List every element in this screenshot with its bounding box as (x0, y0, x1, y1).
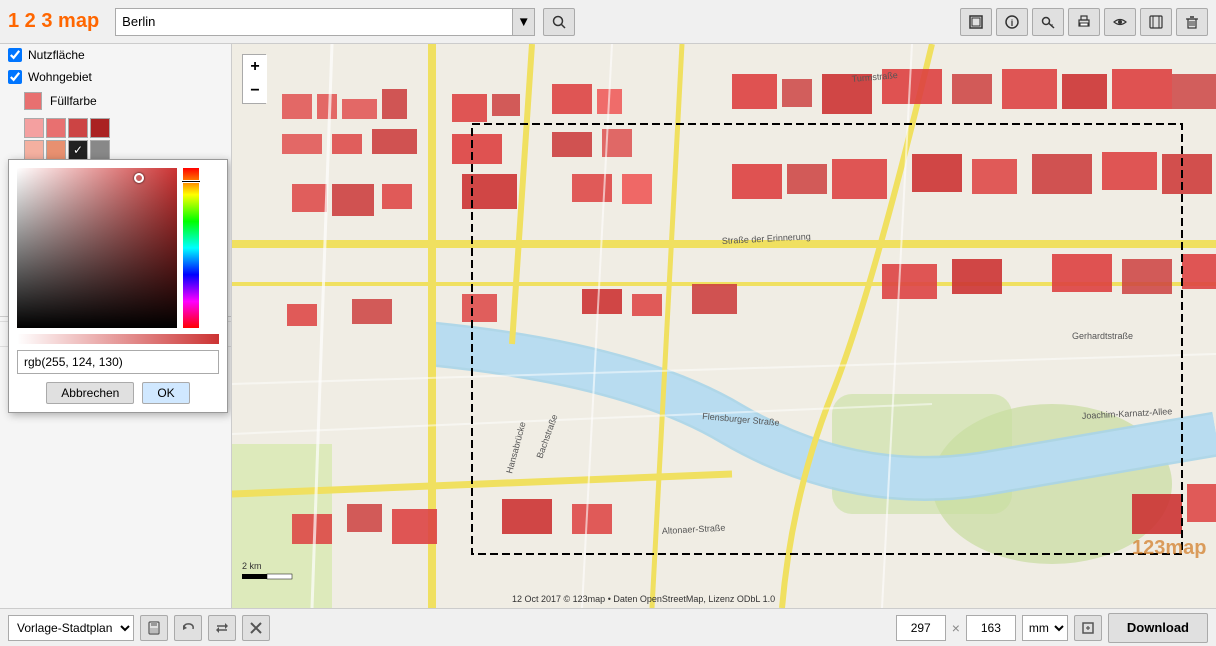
eye-icon (1113, 15, 1127, 29)
zoom-in-button[interactable]: + (243, 55, 267, 79)
layer-wohngebiet-checkbox[interactable] (8, 70, 22, 84)
undo-icon (181, 621, 195, 635)
fill-color-row: Füllfarbe (0, 88, 231, 114)
eye-button[interactable] (1104, 8, 1136, 36)
fill-color-swatch[interactable] (24, 92, 42, 110)
save-icon (147, 621, 161, 635)
swatch-3[interactable] (90, 118, 110, 138)
height-input[interactable] (966, 615, 1016, 641)
gradient-canvas[interactable] (17, 168, 177, 328)
undo-button[interactable] (174, 615, 202, 641)
hue-slider[interactable] (183, 168, 199, 328)
search-button[interactable] (543, 8, 575, 36)
layer-nutzflaeche[interactable]: Nutzfläche (0, 44, 231, 66)
search-dropdown-button[interactable]: ▼ (512, 9, 534, 35)
alpha-row (17, 334, 219, 344)
color-picker-popup: Abbrechen OK (8, 159, 228, 413)
svg-text:123map: 123map (1132, 537, 1207, 559)
sidebar: Nutzfläche Wohngebiet Füllfarbe (0, 44, 232, 608)
frame-icon (969, 15, 983, 29)
layer-nutzflaeche-checkbox[interactable] (8, 48, 22, 62)
key-button[interactable] (1032, 8, 1064, 36)
fill-color-label: Füllfarbe (50, 94, 97, 108)
info-icon: i (1005, 15, 1019, 29)
topbar: 1 2 3 map ▼ i (0, 0, 1216, 44)
cancel-button[interactable]: Abbrechen (46, 382, 134, 404)
bottombar: Vorlage-Stadtplan × mm cm px (0, 608, 1216, 646)
print-button[interactable] (1068, 8, 1100, 36)
map-canvas: 2 km 123map 12 Oct 2017 © 123map • Daten… (232, 44, 1216, 608)
info-button[interactable]: i (996, 8, 1028, 36)
template-select[interactable]: Vorlage-Stadtplan (8, 615, 134, 641)
bookmark-button[interactable] (1140, 8, 1172, 36)
main-area: Nutzfläche Wohngebiet Füllfarbe (0, 44, 1216, 608)
app-logo: 1 2 3 map (8, 10, 99, 33)
swatch-0[interactable] (24, 118, 44, 138)
trash-icon (1185, 15, 1199, 29)
swap-icon (215, 621, 229, 635)
search-input[interactable] (116, 9, 512, 35)
clear-button[interactable] (242, 615, 270, 641)
swatch-6[interactable] (68, 140, 88, 160)
key-icon (1041, 15, 1055, 29)
bookmark-icon (1149, 15, 1163, 29)
fit-button[interactable] (1074, 615, 1102, 641)
swatch-2[interactable] (68, 118, 88, 138)
gradient-cursor (134, 173, 144, 183)
map-area[interactable]: 2 km 123map 12 Oct 2017 © 123map • Daten… (232, 44, 1216, 608)
dimension-separator: × (952, 620, 960, 636)
svg-text:2 km: 2 km (242, 561, 262, 571)
search-container: ▼ (115, 8, 535, 36)
swap-button[interactable] (208, 615, 236, 641)
width-input[interactable] (896, 615, 946, 641)
top-icons: i (960, 8, 1208, 36)
search-icon (552, 15, 566, 29)
frame-button[interactable] (960, 8, 992, 36)
swatch-5[interactable] (46, 140, 66, 160)
download-button[interactable]: Download (1108, 613, 1208, 643)
swatch-1[interactable] (46, 118, 66, 138)
color-picker-body (17, 168, 219, 328)
svg-text:Gerhardtstraße: Gerhardtstraße (1072, 331, 1133, 341)
layer-nutzflaeche-label: Nutzfläche (28, 48, 85, 62)
svg-text:i: i (1011, 18, 1014, 28)
save-button[interactable] (140, 615, 168, 641)
trash-button[interactable] (1176, 8, 1208, 36)
picker-buttons: Abbrechen OK (17, 382, 219, 404)
unit-select[interactable]: mm cm px (1022, 615, 1068, 641)
fit-icon (1081, 621, 1095, 635)
color-hex-input[interactable] (17, 350, 219, 374)
gradient-overlay (17, 168, 177, 328)
print-icon (1077, 15, 1091, 29)
zoom-out-button[interactable]: − (243, 79, 267, 103)
alpha-slider[interactable] (17, 334, 219, 344)
layer-wohngebiet-label: Wohngebiet (28, 70, 92, 84)
swatch-7[interactable] (90, 140, 110, 160)
hue-cursor (181, 180, 201, 183)
swatch-4[interactable] (24, 140, 44, 160)
svg-text:12 Oct 2017 © 123map • Daten O: 12 Oct 2017 © 123map • Daten OpenStreetM… (512, 594, 775, 604)
ok-button[interactable]: OK (142, 382, 189, 404)
clear-icon (249, 621, 263, 635)
layer-wohngebiet[interactable]: Wohngebiet (0, 66, 231, 88)
zoom-control: + − (242, 54, 266, 104)
